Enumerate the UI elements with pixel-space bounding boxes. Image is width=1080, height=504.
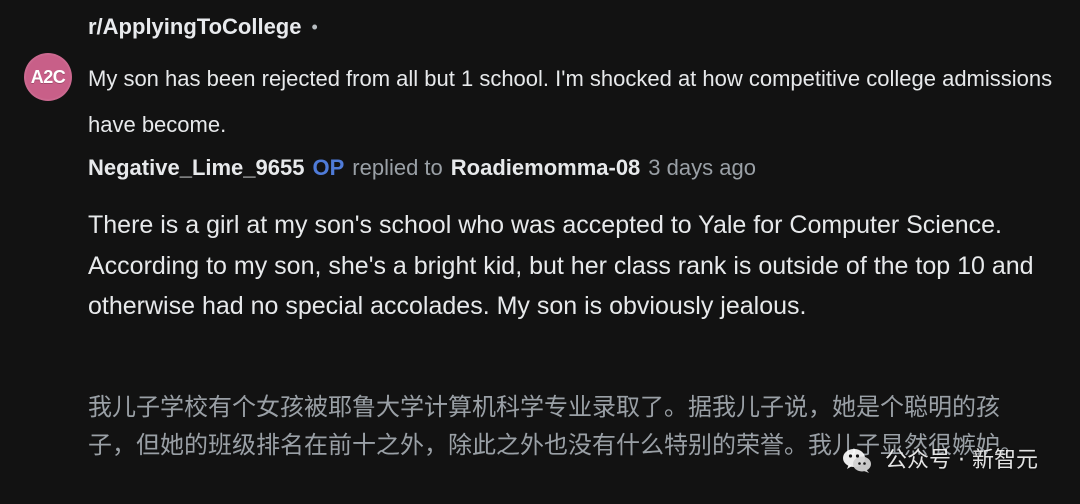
separator-dot: • (311, 17, 318, 37)
comment-timestamp: 3 days ago (648, 155, 756, 180)
subreddit-avatar[interactable]: A2C (24, 53, 72, 101)
comment-author[interactable]: Negative_Lime_9655 (88, 155, 304, 180)
op-badge: OP (312, 155, 345, 180)
avatar-label: A2C (30, 66, 66, 87)
post-title[interactable]: My son has been rejected from all but 1 … (88, 56, 1058, 148)
wechat-icon (843, 449, 872, 473)
replied-to-text: replied to (352, 155, 443, 180)
post-header: r/ApplyingToCollege • (88, 14, 318, 40)
wechat-watermark: 公众号 · 新智元 (841, 444, 1038, 478)
watermark-text: 公众号 · 新智元 (885, 448, 1038, 473)
subreddit-link[interactable]: r/ApplyingToCollege (88, 14, 301, 40)
comment-body: There is a girl at my son's school who w… (88, 211, 1034, 320)
reply-target-user[interactable]: Roadiemomma-08 (451, 155, 641, 180)
comment-meta: Negative_Lime_9655 OP replied to Roadiemomm… (88, 152, 1068, 184)
